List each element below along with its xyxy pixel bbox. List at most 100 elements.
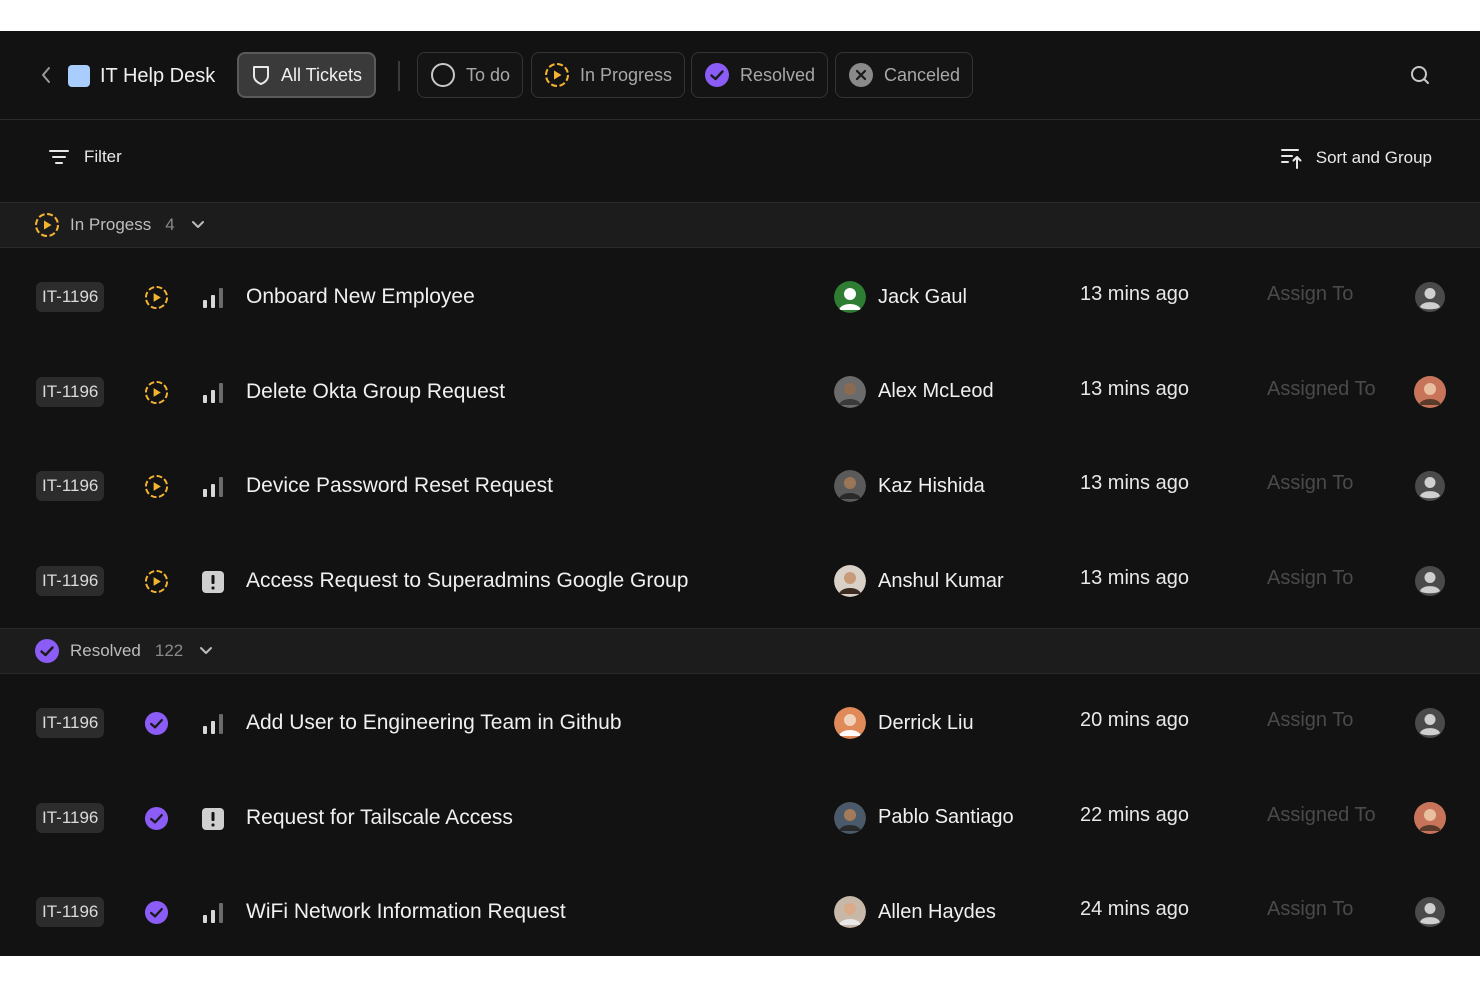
assignee-name: Derrick Liu	[878, 711, 974, 734]
avatar	[834, 896, 866, 929]
user-placeholder-icon[interactable]	[1414, 565, 1446, 597]
check-circle-icon	[34, 638, 60, 664]
ticket-title[interactable]: Request for Tailscale Access	[246, 804, 513, 832]
time-ago: 13 mins ago	[1080, 283, 1189, 305]
assignee-name: Pablo Santiago	[878, 806, 1014, 829]
top-bar: IT Help Desk All Tickets To do In Progre…	[0, 31, 1480, 120]
user-placeholder-icon[interactable]	[1414, 470, 1446, 502]
ticket-id[interactable]: IT-1196	[36, 802, 105, 833]
assignee[interactable]: Anshul Kumar	[834, 565, 1004, 598]
check-circle-icon[interactable]	[144, 711, 169, 736]
app-icon	[68, 65, 90, 87]
x-circle-icon	[848, 62, 874, 88]
ticket-row[interactable]: IT-1196 WiFi Network Information Request A…	[0, 865, 1480, 956]
sort-icon	[1280, 149, 1302, 169]
ticket-id[interactable]: IT-1196	[36, 708, 105, 738]
ticket-title[interactable]: Onboard New Employee	[246, 283, 475, 311]
app-title: IT Help Desk	[100, 65, 216, 87]
assignee[interactable]: Allen Haydes	[834, 896, 996, 929]
back-button[interactable]	[36, 63, 56, 87]
ticket-title[interactable]: WiFi Network Information Request	[246, 898, 566, 926]
user-placeholder-icon[interactable]	[1414, 707, 1446, 739]
filter-button[interactable]: Filter	[48, 147, 122, 167]
ticket-title[interactable]: Add User to Engineering Team in Github	[246, 709, 622, 737]
in-progress-icon[interactable]	[144, 380, 169, 405]
search-icon	[1411, 66, 1429, 84]
assigned-agent-avatar[interactable]	[1414, 375, 1446, 408]
tab-all-tickets[interactable]: All Tickets	[237, 52, 377, 98]
time-ago: 13 mins ago	[1080, 377, 1189, 400]
ticket-row[interactable]: IT-1196 Access Request to Superadmins Goo…	[0, 534, 1480, 628]
assignee[interactable]: Derrick Liu	[834, 707, 974, 739]
assignee[interactable]: Alex McLeod	[834, 375, 994, 408]
tab-in-progress[interactable]: In Progress	[531, 52, 686, 98]
in-progress-icon[interactable]	[144, 285, 169, 310]
time-ago: 22 mins ago	[1080, 803, 1189, 826]
priority-bars-icon[interactable]	[201, 381, 225, 405]
group-count: 4	[165, 215, 175, 234]
tab-label: To do	[466, 64, 511, 85]
ticket-row[interactable]: IT-1196 Delete Okta Group Request Alex McL…	[0, 345, 1480, 439]
ticket-title[interactable]: Delete Okta Group Request	[246, 378, 505, 406]
ticket-id[interactable]: IT-1196	[36, 471, 105, 502]
ticket-title[interactable]: Access Request to Superadmins Google Gro…	[246, 567, 688, 595]
priority-bars-icon[interactable]	[201, 712, 225, 736]
ticket-row[interactable]: IT-1196 Device Password Reset Request Kaz …	[0, 439, 1480, 533]
in-progress-icon[interactable]	[144, 569, 169, 594]
time-ago: 24 mins ago	[1080, 898, 1189, 921]
in-progress-icon	[34, 212, 60, 238]
avatar	[834, 281, 866, 313]
tab-label: In Progress	[580, 64, 673, 85]
sort-label: Sort and Group	[1315, 148, 1432, 167]
check-circle-icon[interactable]	[144, 900, 169, 925]
ticket-id[interactable]: IT-1196	[36, 376, 105, 407]
assignee[interactable]: Pablo Santiago	[834, 801, 1014, 834]
tab-label: Resolved	[740, 64, 816, 85]
chevron-left-icon	[42, 67, 50, 83]
sort-group-button[interactable]: Sort and Group	[1280, 147, 1432, 169]
time-ago: 13 mins ago	[1080, 472, 1189, 495]
filter-bar: Filter Sort and Group	[0, 120, 1480, 203]
group-header-in-progress[interactable]: In Progess 4	[0, 202, 1480, 248]
tab-resolved[interactable]: Resolved	[691, 52, 829, 98]
check-circle-icon[interactable]	[144, 806, 169, 831]
user-placeholder-icon[interactable]	[1414, 896, 1446, 928]
search-button[interactable]	[1408, 63, 1432, 87]
ticket-title[interactable]: Device Password Reset Request	[246, 472, 553, 500]
assign-to-button[interactable]: Assign To	[1267, 709, 1353, 732]
time-ago: 20 mins ago	[1080, 709, 1189, 731]
assign-to-button[interactable]: Assigned To	[1267, 804, 1376, 827]
tab-to-do[interactable]: To do	[417, 52, 524, 98]
assignee[interactable]: Kaz Hishida	[834, 470, 985, 503]
circle-icon	[430, 62, 456, 88]
group-header-resolved[interactable]: Resolved 122	[0, 628, 1480, 674]
priority-bars-icon[interactable]	[201, 475, 225, 499]
ticket-row[interactable]: IT-1196 Request for Tailscale Access Pablo…	[0, 771, 1480, 865]
assign-to-button[interactable]: Assign To	[1267, 567, 1353, 590]
ticket-row[interactable]: IT-1196 Add User to Engineering Team in G…	[0, 676, 1480, 770]
tab-canceled[interactable]: Canceled	[835, 52, 974, 98]
urgent-priority-icon[interactable]	[201, 807, 225, 831]
app-window: IT Help Desk All Tickets To do In Progre…	[0, 31, 1480, 956]
assign-to-button[interactable]: Assign To	[1267, 898, 1353, 921]
ticket-id[interactable]: IT-1196	[36, 566, 105, 597]
avatar	[834, 565, 866, 598]
chevron-down-icon	[199, 646, 213, 656]
assign-to-button[interactable]: Assigned To	[1267, 378, 1376, 401]
group-label: Resolved	[70, 641, 141, 660]
priority-bars-icon[interactable]	[201, 286, 225, 310]
assign-to-button[interactable]: Assign To	[1267, 283, 1353, 306]
avatar	[834, 707, 866, 739]
ticket-row[interactable]: IT-1196 Onboard New Employee Jack Gaul 13 m…	[0, 250, 1480, 344]
assignee-name: Alex McLeod	[878, 380, 994, 403]
chevron-down-icon	[191, 220, 205, 230]
assignee[interactable]: Jack Gaul	[834, 281, 967, 313]
assign-to-button[interactable]: Assign To	[1267, 472, 1353, 495]
user-placeholder-icon[interactable]	[1414, 281, 1446, 313]
ticket-id[interactable]: IT-1196	[36, 897, 105, 928]
in-progress-icon[interactable]	[144, 474, 169, 499]
ticket-id[interactable]: IT-1196	[36, 282, 105, 312]
assigned-agent-avatar[interactable]	[1414, 801, 1446, 834]
priority-bars-icon[interactable]	[201, 901, 225, 925]
urgent-priority-icon[interactable]	[201, 570, 225, 594]
